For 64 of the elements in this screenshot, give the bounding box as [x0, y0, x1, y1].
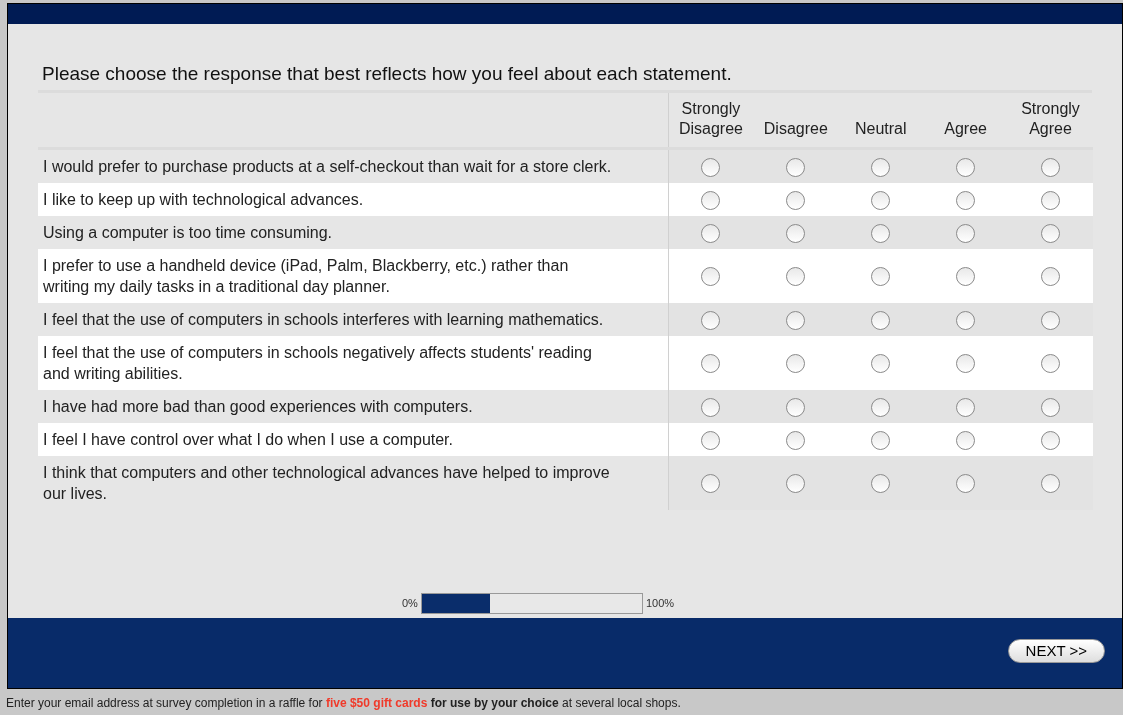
radio-button[interactable]: [701, 310, 721, 330]
radio-button[interactable]: [701, 430, 721, 450]
column-header: Strongly Agree: [1020, 99, 1081, 139]
radio-button[interactable]: [871, 397, 891, 417]
column-header: Disagree: [762, 119, 829, 139]
radio-button[interactable]: [956, 354, 976, 374]
column-header: Neutral: [853, 119, 908, 139]
radio-button[interactable]: [701, 157, 721, 177]
radio-button[interactable]: [786, 397, 806, 417]
radio-button[interactable]: [1041, 430, 1061, 450]
radio-button[interactable]: [871, 190, 891, 210]
radio-button[interactable]: [956, 157, 976, 177]
statement: I have had more bad than good experiences with computers.: [43, 397, 473, 417]
radio-button[interactable]: [701, 354, 721, 374]
radio-button[interactable]: [786, 223, 806, 243]
radio-button[interactable]: [701, 397, 721, 417]
progress-min-label: 0%: [402, 596, 418, 612]
radio-button[interactable]: [701, 474, 721, 494]
radio-button[interactable]: [956, 430, 976, 450]
radio-button[interactable]: [1041, 267, 1061, 287]
raffle-note: Enter your email address at survey completion in a raffle for five $50 gift cards for use by your choice at several local shops.: [5, 695, 682, 712]
progress-max-label: 100%: [645, 596, 675, 612]
next-button[interactable]: NEXT >>: [1007, 639, 1105, 663]
radio-button[interactable]: [1041, 354, 1061, 374]
radio-button[interactable]: [871, 310, 891, 330]
radio-button[interactable]: [786, 310, 806, 330]
statement: Using a computer is too time consuming.: [43, 223, 332, 243]
radio-button[interactable]: [871, 354, 891, 374]
radio-button[interactable]: [786, 190, 806, 210]
radio-button[interactable]: [871, 223, 891, 243]
radio-button[interactable]: [871, 267, 891, 287]
radio-button[interactable]: [956, 474, 976, 494]
column-header: Agree: [943, 119, 988, 139]
radio-button[interactable]: [1041, 157, 1061, 177]
radio-button[interactable]: [956, 397, 976, 417]
statement: I like to keep up with technological advances.: [43, 190, 364, 210]
statement: I feel that the use of computers in schools negatively affects students' reading and writing abilities.: [43, 343, 593, 384]
column-header: Strongly Disagree: [677, 99, 744, 139]
statement: I feel I have control over what I do when I use a computer.: [43, 430, 453, 450]
radio-button[interactable]: [871, 430, 891, 450]
radio-button[interactable]: [1041, 310, 1061, 330]
statement: I feel that the use of computers in schools interferes with learning mathematics.: [43, 310, 604, 330]
radio-button[interactable]: [871, 157, 891, 177]
radio-button[interactable]: [701, 223, 721, 243]
radio-button[interactable]: [956, 310, 976, 330]
radio-button[interactable]: [956, 267, 976, 287]
radio-button[interactable]: [786, 157, 806, 177]
radio-button[interactable]: [701, 267, 721, 287]
radio-button[interactable]: [1041, 223, 1061, 243]
radio-button[interactable]: [786, 267, 806, 287]
radio-button[interactable]: [786, 474, 806, 494]
radio-button[interactable]: [786, 354, 806, 374]
radio-button[interactable]: [871, 474, 891, 494]
radio-button[interactable]: [701, 190, 721, 210]
instructions: Please choose the response that best reflects how you feel about each statement.: [38, 62, 1092, 93]
statement: I prefer to use a handheld device (iPad, Palm, Blackberry, etc.) rather than writing my daily tasks in a traditional day planner.: [43, 256, 570, 297]
radio-button[interactable]: [1041, 190, 1061, 210]
statement: I think that computers and other technological advances have helped to improve our lives.: [43, 463, 611, 504]
radio-button[interactable]: [956, 190, 976, 210]
radio-button[interactable]: [1041, 474, 1061, 494]
radio-button[interactable]: [786, 430, 806, 450]
radio-button[interactable]: [956, 223, 976, 243]
radio-button[interactable]: [1041, 397, 1061, 417]
statement: I would prefer to purchase products at a self-checkout than wait for a store clerk.: [43, 157, 612, 177]
